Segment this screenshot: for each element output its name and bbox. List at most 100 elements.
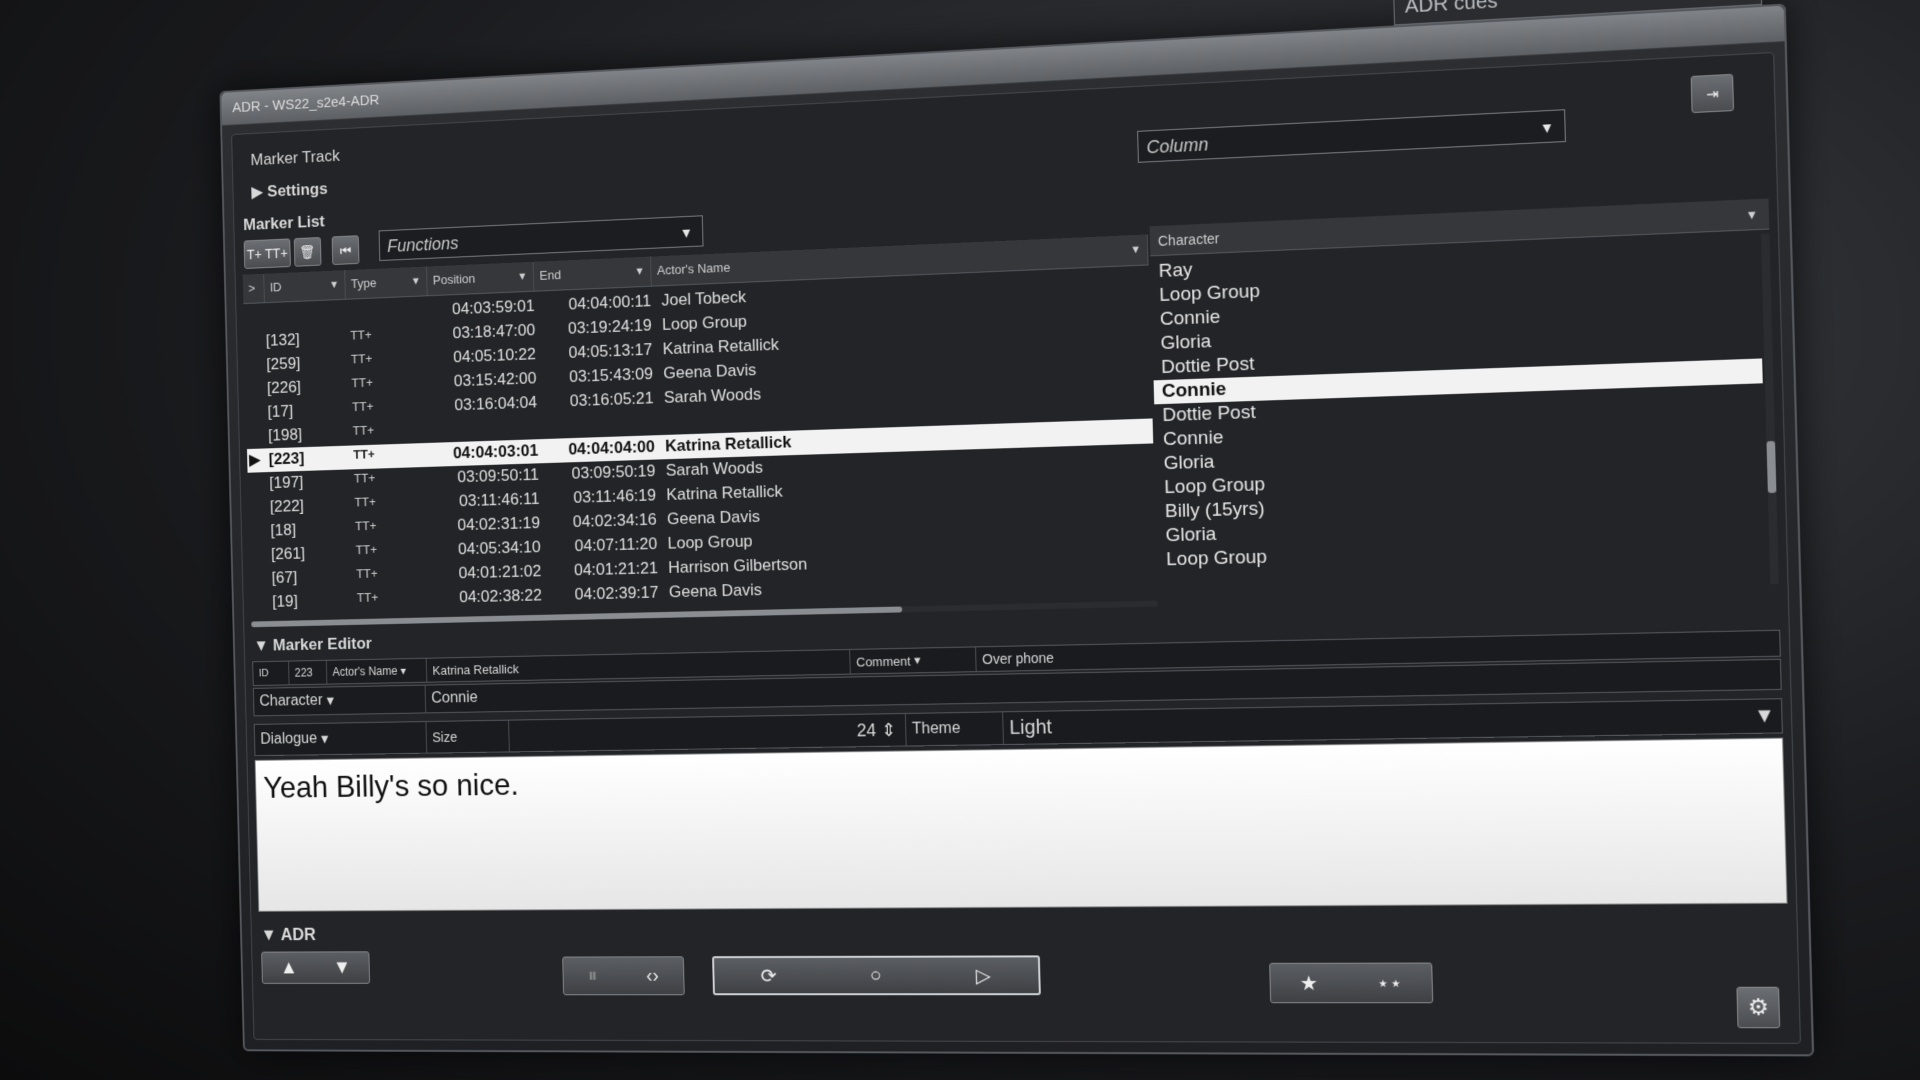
column-dropdown-label: Column: [1146, 134, 1209, 158]
chevron-down-icon: ▼: [260, 924, 281, 945]
adr-toggle[interactable]: ▼ ADR: [261, 925, 316, 945]
chevron-down-icon: ▼: [1753, 704, 1776, 728]
rewind-icon[interactable]: ⏮: [331, 235, 360, 266]
row-id: [222]: [269, 496, 305, 516]
row-id: [223]: [268, 449, 305, 469]
chevron-down-icon: ▼: [634, 265, 645, 278]
row-position: 04:01:21:02: [458, 561, 542, 583]
row-selector: [246, 356, 260, 357]
functions-dropdown-label: Functions: [386, 233, 459, 256]
row-id: [197]: [269, 472, 304, 492]
row-type: TT+: [354, 518, 377, 534]
row-id: [17]: [267, 401, 294, 421]
dialogue-text[interactable]: Yeah Billy's so nice.: [254, 737, 1788, 912]
loop-icon[interactable]: ⟳: [760, 963, 777, 987]
row-end: 04:01:21:21: [573, 558, 659, 580]
arrow-up-icon[interactable]: ▲: [280, 957, 298, 979]
row-actor: Geena Davis: [668, 580, 763, 602]
chevron-down-icon: ▼: [517, 270, 528, 283]
character-dropdown[interactable]: Character ▾: [253, 685, 427, 716]
row-id: [265, 306, 319, 308]
row-type: TT+: [356, 589, 379, 605]
row-type: TT+: [355, 542, 378, 558]
stepper-arrows-icon[interactable]: ⇕: [881, 720, 896, 741]
row-type: TT+: [353, 446, 375, 462]
chevron-down-icon: ▼: [1745, 207, 1759, 223]
actor-name-dropdown[interactable]: Actor's Name ▾: [326, 658, 428, 684]
row-selector: [246, 332, 260, 333]
marker-nav-icon[interactable]: ⋆⋆: [1376, 970, 1402, 995]
column-dropdown[interactable]: Column ▼: [1137, 109, 1566, 163]
row-selector: [247, 379, 261, 380]
row-id: [226]: [266, 377, 302, 398]
theme-value: Light: [1009, 715, 1053, 739]
add-marker-button[interactable]: T+ TT+: [243, 238, 291, 269]
marker-list-label: Marker List: [243, 212, 325, 234]
row-end: 04:02:34:16: [572, 510, 657, 531]
row-end: 04:02:39:17: [574, 582, 659, 604]
dialogue-dropdown[interactable]: Dialogue ▾: [254, 722, 428, 756]
row-type: TT+: [353, 470, 376, 486]
row-end: 03:19:24:19: [567, 315, 653, 338]
row-selector: [248, 427, 262, 428]
col-position[interactable]: Position ▼: [426, 261, 535, 296]
export-icon[interactable]: ⇥: [1690, 73, 1735, 114]
star-icon[interactable]: ★: [1299, 970, 1318, 995]
actor-name-label: Actor's Name: [332, 664, 398, 679]
functions-dropdown[interactable]: Functions ▼: [378, 215, 704, 262]
col-end-label: End: [539, 267, 562, 283]
row-id: [255]: [273, 615, 327, 620]
record-icon[interactable]: ○: [869, 964, 881, 987]
row-id: [18]: [270, 520, 297, 540]
marker-editor-toggle[interactable]: ▼ Marker Editor: [253, 634, 372, 656]
marker-editor-label: Marker Editor: [272, 634, 372, 655]
chevron-down-icon: ▼: [679, 224, 693, 241]
id-value[interactable]: 223: [288, 660, 328, 685]
col-id[interactable]: ID ▼: [264, 270, 346, 303]
trash-icon[interactable]: 🗑: [293, 236, 322, 267]
character-label: Character: [259, 692, 323, 710]
marker-track-label: Marker Track: [250, 146, 340, 170]
nav-up-down-group: ▲ ▼: [261, 951, 371, 984]
col-select[interactable]: >: [242, 273, 265, 304]
row-end: 03:15:43:09: [568, 364, 654, 386]
adr-window: ADR - WS22_s2e4-ADR ADR cues Marker Trac…: [219, 0, 1815, 1057]
scrollbar-thumb[interactable]: [1766, 440, 1777, 494]
gear-icon[interactable]: ⚙: [1736, 986, 1781, 1029]
play-icon[interactable]: ▷: [975, 963, 991, 988]
row-position: 04:05:10:22: [452, 344, 537, 367]
row-id: [261]: [270, 544, 306, 564]
arrow-down-icon[interactable]: ▼: [333, 957, 351, 979]
row-id: [67]: [271, 568, 298, 587]
chevron-right-icon: ▶: [251, 182, 268, 202]
dialogue-label: Dialogue: [260, 730, 318, 748]
row-position: 03:18:47:00: [452, 320, 536, 343]
chevron-down-icon: ▼: [253, 636, 274, 655]
row-id: [19]: [272, 591, 298, 611]
split-icon[interactable]: ⏸: [588, 965, 598, 987]
col-position-label: Position: [432, 271, 476, 288]
row-end: 04:07:11:20: [574, 534, 658, 556]
marker-tools-group: ★ ⋆⋆: [1269, 962, 1434, 1004]
comment-dropdown[interactable]: Comment ▾: [850, 647, 977, 674]
size-label: Size: [426, 720, 510, 753]
row-end: 03:11:46:19: [573, 485, 657, 507]
row-end: 04:05:13:17: [568, 340, 653, 362]
size-stepper[interactable]: 24 ⇕: [509, 713, 907, 752]
chevron-down-icon: ▼: [410, 275, 422, 288]
trim-icon[interactable]: ‹›: [646, 965, 659, 987]
settings-toggle[interactable]: ▶ Settings: [251, 179, 328, 202]
row-position: 04:05:34:10: [457, 537, 541, 559]
row-type: TT+: [354, 494, 376, 510]
row-type: TT+: [350, 327, 372, 343]
col-end[interactable]: End ▼: [533, 256, 652, 291]
row-position: 03:09:50:11: [457, 465, 540, 487]
row-type: TT+: [350, 351, 373, 367]
theme-dropdown[interactable]: Light ▼: [1003, 699, 1790, 744]
row-position: 04:02:31:19: [457, 513, 541, 535]
row-end: 04:04:00:11: [568, 291, 652, 314]
col-type[interactable]: Type ▼: [345, 266, 428, 299]
col-type-label: Type: [350, 275, 377, 291]
chevron-down-icon: ▼: [1130, 243, 1142, 257]
row-position: 04:03:59:01: [451, 296, 535, 319]
